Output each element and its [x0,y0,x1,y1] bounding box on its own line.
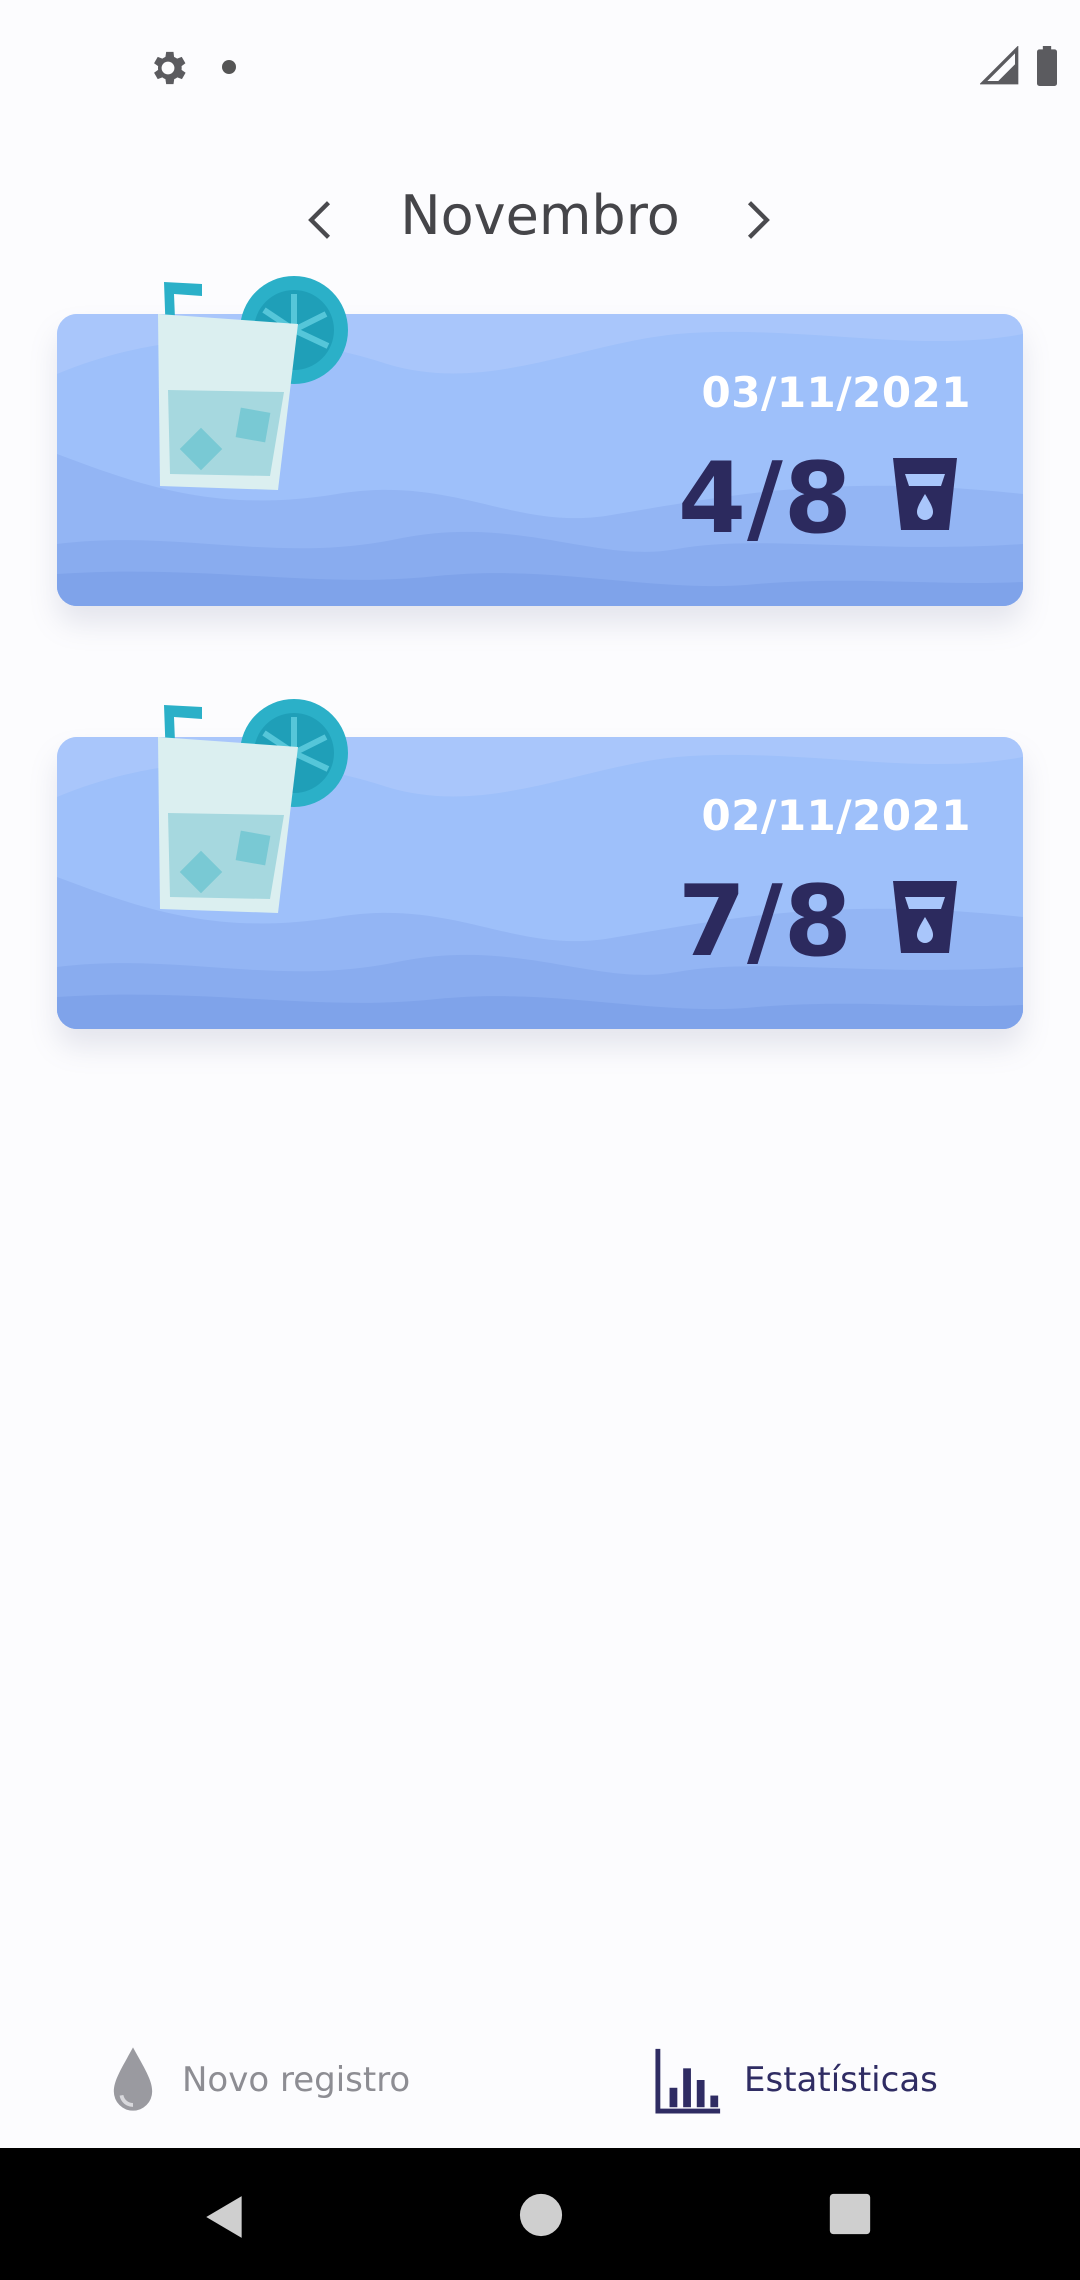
back-icon[interactable] [200,2192,250,2242]
signal-icon [980,46,1019,85]
water-cup-icon [893,881,957,953]
recents-icon[interactable] [828,2192,872,2236]
notification-dot-icon [222,60,236,74]
water-drop-icon [113,2047,153,2111]
record-count: 4/8 [677,442,853,556]
water-cup-icon [893,458,957,530]
month-title: Novembro [400,184,680,247]
bottom-navigation: Novo registro Estatísticas [0,2020,1080,2140]
record-date: 02/11/2021 [701,791,971,840]
settings-gear-icon [154,51,186,85]
drink-glass-illustration [158,276,348,490]
month-header: Novembro [0,180,1080,260]
bar-chart-icon [655,2048,721,2114]
system-navigation-bar [0,2148,1080,2280]
app-screen: Novembro 03/11/2021 4/8 02/11/2021 7/8 N… [0,0,1080,2280]
battery-icon [1037,46,1057,86]
tab-statistics-label: Estatísticas [744,2060,938,2100]
record-count: 7/8 [677,865,853,979]
tab-statistics[interactable]: Estatísticas [654,2040,938,2120]
tab-new-record[interactable]: Novo registro [110,2040,410,2120]
status-bar [0,0,1080,130]
chevron-right-icon[interactable] [730,194,782,246]
record-date: 03/11/2021 [701,368,971,417]
drink-glass-illustration [158,699,348,913]
home-icon[interactable] [518,2192,564,2238]
record-card[interactable]: 03/11/2021 4/8 [32,276,1048,654]
tab-new-record-label: Novo registro [182,2060,411,2100]
record-card[interactable]: 02/11/2021 7/8 [32,699,1048,1077]
